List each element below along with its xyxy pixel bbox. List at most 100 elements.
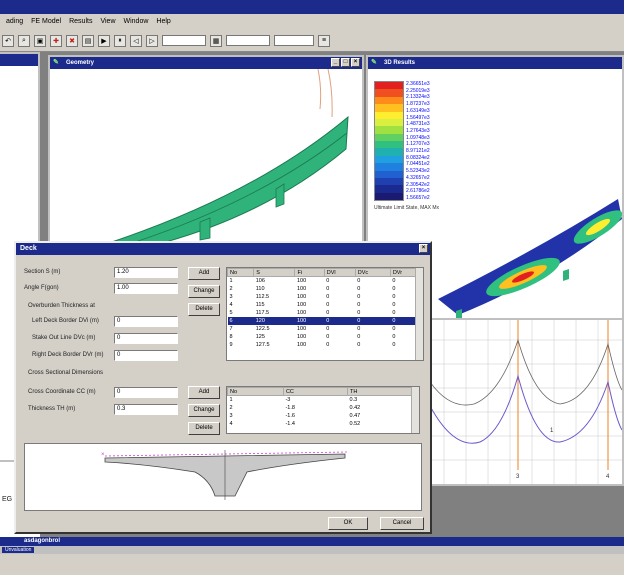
play-icon[interactable]: ▶ bbox=[98, 34, 110, 47]
table-cell: 115 bbox=[255, 301, 265, 308]
left-border-input[interactable]: 0 bbox=[114, 316, 178, 327]
close-button[interactable]: × bbox=[351, 58, 360, 67]
table-cell: 0 bbox=[326, 293, 330, 300]
influence-chart-window[interactable]: 3 4 1 bbox=[428, 318, 624, 486]
table-row[interactable]: 2 110 100 0 0 0 bbox=[228, 285, 423, 293]
table-cell: 112.5 bbox=[255, 293, 270, 300]
col-header[interactable]: TH bbox=[347, 387, 419, 396]
status-task[interactable]: Unvaluation bbox=[2, 547, 35, 553]
add-dim-button[interactable]: Add bbox=[188, 386, 220, 399]
deck-dialog: Deck × Section S (m) 1.20 Angle F(gon) 1… bbox=[14, 241, 432, 534]
red-tool-icon[interactable]: ✚ bbox=[50, 34, 62, 47]
step-fwd-icon[interactable]: ▷ bbox=[146, 34, 158, 47]
col-header[interactable]: DVl bbox=[323, 268, 356, 277]
table-row[interactable]: 4 -1.4 0.52 bbox=[228, 420, 419, 428]
legend-swatch bbox=[375, 96, 403, 105]
tool-3-icon[interactable]: ▤ bbox=[82, 34, 94, 47]
dimensions-grid[interactable]: No CC TH 1 -3 0.3 2 -1.8 0.42 3 -1.6 0.47 4 -1.4 0.… bbox=[226, 386, 420, 434]
menu-view[interactable]: View bbox=[96, 14, 119, 30]
col-header[interactable]: No bbox=[227, 268, 255, 277]
table-row[interactable]: 1 -3 0.3 bbox=[228, 396, 419, 404]
col-header[interactable]: CC bbox=[282, 387, 349, 396]
grid2-scrollbar[interactable] bbox=[411, 387, 419, 433]
menu-loading[interactable]: ading bbox=[2, 14, 27, 30]
angle-input[interactable]: 1.00 bbox=[114, 283, 178, 294]
geometry-view[interactable] bbox=[50, 68, 362, 256]
legend-label: 1.87237e3 bbox=[406, 101, 430, 108]
maximize-button[interactable]: □ bbox=[341, 58, 350, 67]
table-cell: 3 bbox=[229, 412, 233, 419]
red-tool-2-icon[interactable]: ✖ bbox=[66, 34, 78, 47]
menu-window[interactable]: Window bbox=[120, 14, 153, 30]
table-row[interactable]: 3 112.5 100 0 0 0 bbox=[228, 293, 423, 301]
table-cell: 0 bbox=[326, 301, 330, 308]
step-back-icon[interactable]: ◁ bbox=[130, 34, 142, 47]
table-cell: 0 bbox=[357, 325, 361, 332]
menu-fe-model[interactable]: FE Model bbox=[27, 14, 65, 30]
change-button[interactable]: Change bbox=[188, 285, 220, 298]
minimize-button[interactable]: _ bbox=[331, 58, 340, 67]
col-header[interactable]: No bbox=[227, 387, 284, 396]
legend-swatch bbox=[375, 155, 403, 164]
cross-coord-input[interactable]: 0 bbox=[114, 387, 178, 398]
pause-icon[interactable]: ⏸ bbox=[114, 34, 126, 47]
chart-label-1: 1 bbox=[550, 428, 554, 434]
legend-label: 1.48731e3 bbox=[406, 121, 430, 128]
right-border-input[interactable]: 0 bbox=[114, 350, 178, 361]
section-input[interactable]: 1.20 bbox=[114, 267, 178, 278]
table-cell: 0 bbox=[326, 309, 330, 316]
left-panel-titlebar bbox=[0, 54, 38, 66]
table-cell: 8 bbox=[229, 333, 233, 340]
fit-icon[interactable]: ▣ bbox=[34, 34, 46, 47]
menu-results[interactable]: Results bbox=[65, 14, 96, 30]
table-cell: 0 bbox=[326, 325, 330, 332]
geometry-window[interactable]: ✎ Geometry _ □ × bbox=[48, 55, 364, 256]
col-header[interactable]: Fi bbox=[294, 268, 325, 277]
toolbar-field-1[interactable] bbox=[162, 35, 206, 46]
undo-icon[interactable]: ↶ bbox=[2, 34, 14, 47]
col-header[interactable]: DVc bbox=[354, 268, 391, 277]
toolbar-field-2[interactable] bbox=[226, 35, 270, 46]
close-button[interactable]: × bbox=[419, 244, 428, 253]
add-button[interactable]: Add bbox=[188, 267, 220, 280]
status-tab[interactable]: asdagonbrol bbox=[0, 537, 624, 546]
table-row[interactable]: 8 125 100 0 0 0 bbox=[228, 333, 423, 341]
legend-swatch bbox=[375, 148, 403, 156]
cancel-button[interactable]: Cancel bbox=[380, 517, 424, 530]
options-icon[interactable]: ≡ bbox=[318, 34, 330, 47]
grid1-scrollbar[interactable] bbox=[415, 268, 423, 360]
table-row[interactable]: 1 106 100 0 0 0 bbox=[228, 277, 423, 285]
table-row[interactable]: 9 127.5 100 0 0 0 bbox=[228, 341, 423, 349]
delete-dim-button[interactable]: Delete bbox=[188, 422, 220, 435]
change-dim-button[interactable]: Change bbox=[188, 404, 220, 417]
toolbar-field-3[interactable] bbox=[274, 35, 314, 46]
table-row[interactable]: 3 -1.6 0.47 bbox=[228, 412, 419, 420]
thickness-label: Thickness TH (m) bbox=[28, 406, 76, 412]
table-cell: 0 bbox=[357, 293, 361, 300]
section-label: Section S (m) bbox=[24, 269, 61, 275]
table-row[interactable]: 5 117.5 100 0 0 0 bbox=[228, 309, 423, 317]
table-cell: 6 bbox=[227, 316, 254, 325]
stake-out-input[interactable]: 0 bbox=[114, 333, 178, 344]
table-cell: 0 bbox=[326, 333, 330, 340]
table-cell: 127.5 bbox=[255, 341, 270, 348]
table-row[interactable]: 6 120 100 0 0 0 bbox=[227, 316, 423, 325]
grid-icon[interactable]: ▦ bbox=[210, 34, 222, 47]
ok-button[interactable]: OK bbox=[328, 517, 368, 530]
menubar: ading FE Model Results View Window Help bbox=[0, 14, 624, 30]
zoom-icon[interactable]: ⌕ bbox=[18, 34, 30, 47]
legend-label: 1.27643e3 bbox=[406, 127, 430, 134]
table-cell: 4 bbox=[229, 420, 233, 427]
table-cell: 100 bbox=[296, 301, 307, 308]
table-cell: -3 bbox=[285, 396, 291, 403]
delete-button[interactable]: Delete bbox=[188, 303, 220, 316]
menu-help[interactable]: Help bbox=[152, 14, 174, 30]
col-header[interactable]: S bbox=[253, 268, 296, 277]
table-row[interactable]: 2 -1.8 0.42 bbox=[228, 404, 419, 412]
table-row[interactable]: 4 115 100 0 0 0 bbox=[228, 301, 423, 309]
sections-grid[interactable]: No S Fi DVl DVc DVr 1 106 100 0 0 0 2 110 100 0 0 0… bbox=[226, 267, 424, 361]
table-row[interactable]: 7 122.5 100 0 0 0 bbox=[228, 325, 423, 333]
table-cell: -1.4 bbox=[285, 420, 295, 427]
table-cell: 0.47 bbox=[349, 412, 361, 419]
thickness-input[interactable]: 0.3 bbox=[114, 404, 178, 415]
